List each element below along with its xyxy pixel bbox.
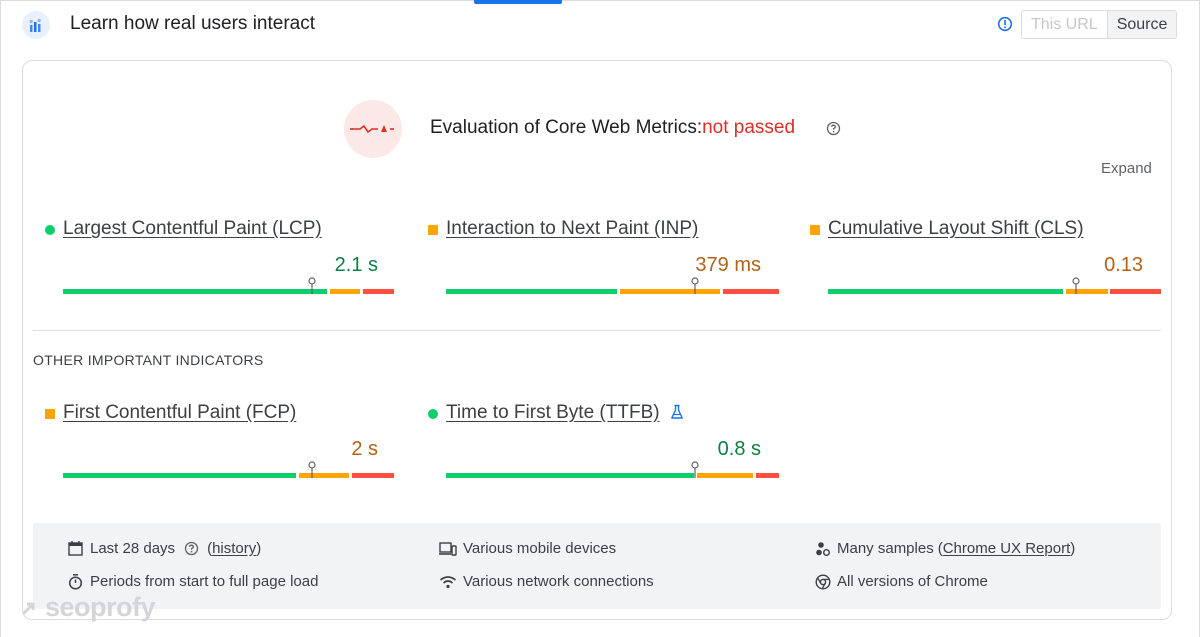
seoprofy-watermark: seoprofy	[18, 592, 156, 623]
crux-logo-icon	[22, 11, 50, 39]
section-divider	[33, 330, 1161, 331]
good-segment	[63, 289, 327, 294]
this-url-button[interactable]: This URL	[1022, 11, 1108, 38]
metric-cls-label[interactable]: Cumulative Layout Shift (CLS)	[828, 218, 1084, 240]
stopwatch-icon	[68, 574, 83, 590]
metric-fcp-distribution-bar	[63, 461, 396, 478]
needs-improvement-square	[45, 409, 55, 419]
metric-inp-label[interactable]: Interaction to Next Paint (INP)	[446, 218, 698, 240]
metric-fcp-label[interactable]: First Contentful Paint (FCP)	[63, 402, 296, 424]
url-origin-toggle: This URL Source	[1021, 10, 1178, 39]
failed-assessment-icon	[344, 100, 402, 158]
metric-lcp-value: 2.1 s	[334, 254, 378, 276]
needs-improvement-segment	[620, 289, 720, 294]
expand-button[interactable]: Expand	[1101, 160, 1152, 177]
history-link-close-paren: )	[256, 540, 262, 557]
devices-icon	[439, 541, 457, 556]
assessment-label: Evaluation of Core Web Metrics:	[430, 117, 703, 138]
frame-top-border	[0, 0, 1200, 1]
users-group-icon	[816, 541, 830, 556]
needs-improvement-segment	[299, 473, 349, 478]
watermark-text: seoprofy	[45, 592, 156, 622]
section-title: Learn how real users interact	[70, 13, 316, 34]
p75-marker-icon	[1072, 277, 1080, 294]
seoprofy-logo-icon	[21, 602, 35, 615]
poor-segment	[756, 473, 779, 478]
metric-lcp-label[interactable]: Largest Contentful Paint (LCP)	[63, 218, 322, 240]
active-tab-indicator	[474, 0, 562, 4]
footer-samples-text: Many samples	[837, 540, 934, 557]
footer-period-text: Last 28 days	[90, 540, 176, 557]
poor-segment	[363, 289, 394, 294]
good-segment	[828, 289, 1063, 294]
needs-improvement-segment	[697, 473, 753, 478]
metric-ttfb-label[interactable]: Time to First Byte (TTFB)	[446, 402, 660, 424]
poor-segment	[1110, 289, 1161, 294]
good-segment	[446, 289, 617, 294]
footer-page-load: Periods from start to full page load	[67, 573, 318, 590]
crux-report-link[interactable]: Chrome UX Report	[943, 540, 1071, 557]
footer-page-load-text: Periods from start to full page load	[90, 573, 319, 590]
history-link[interactable]: history	[212, 540, 256, 557]
good-segment	[63, 473, 296, 478]
metric-cls-distribution-bar	[828, 277, 1161, 294]
flask-icon[interactable]	[670, 404, 684, 420]
needs-improvement-square	[810, 225, 820, 235]
metric-lcp-distribution-bar	[63, 277, 396, 294]
p75-marker-icon	[691, 461, 699, 478]
metric-inp-value: 379 ms	[695, 254, 761, 276]
metric-fcp-value: 2 s	[351, 438, 378, 460]
other-indicators-heading: OTHER IMPORTANT INDICATORS	[33, 352, 264, 368]
footer-samples: Many samples(Chrome UX Report)	[815, 540, 1075, 557]
good-status-dot	[428, 409, 438, 419]
help-icon[interactable]	[184, 541, 199, 556]
metric-inp-distribution-bar	[446, 277, 779, 294]
good-segment	[446, 473, 694, 478]
footer-devices: Various mobile devices	[439, 540, 616, 557]
poor-segment	[352, 473, 394, 478]
help-icon[interactable]	[826, 121, 841, 136]
chrome-icon	[815, 573, 831, 590]
wifi-icon	[440, 575, 456, 588]
p75-marker-icon	[691, 277, 699, 294]
needs-improvement-square	[428, 225, 438, 235]
p75-marker-icon	[308, 277, 316, 294]
good-status-dot	[45, 225, 55, 235]
info-icon[interactable]	[997, 16, 1013, 32]
metric-ttfb-distribution-bar	[446, 461, 779, 478]
assessment-title: Evaluation of Core Web Metrics:not passe…	[430, 117, 795, 139]
poor-segment	[723, 289, 779, 294]
footer-network: Various network connections	[439, 573, 654, 590]
frame-left-border	[0, 0, 1, 637]
assessment-status: not passed	[702, 117, 796, 138]
needs-improvement-segment	[330, 289, 360, 294]
footer-network-text: Various network connections	[463, 573, 654, 590]
metric-cls-value: 0.13	[1104, 254, 1143, 276]
calendar-icon	[68, 541, 83, 556]
crux-link-close-paren: )	[1070, 540, 1076, 557]
footer-chrome: All versions of Chrome	[815, 573, 988, 590]
p75-marker-icon	[308, 461, 316, 478]
metric-ttfb-value: 0.8 s	[717, 438, 761, 460]
collection-period-footer: Last 28 days (history) Periods from star…	[33, 523, 1161, 609]
footer-chrome-text: All versions of Chrome	[837, 573, 988, 590]
footer-devices-text: Various mobile devices	[463, 540, 617, 557]
source-button[interactable]: Source	[1107, 11, 1177, 38]
footer-period: Last 28 days (history)	[67, 540, 261, 557]
